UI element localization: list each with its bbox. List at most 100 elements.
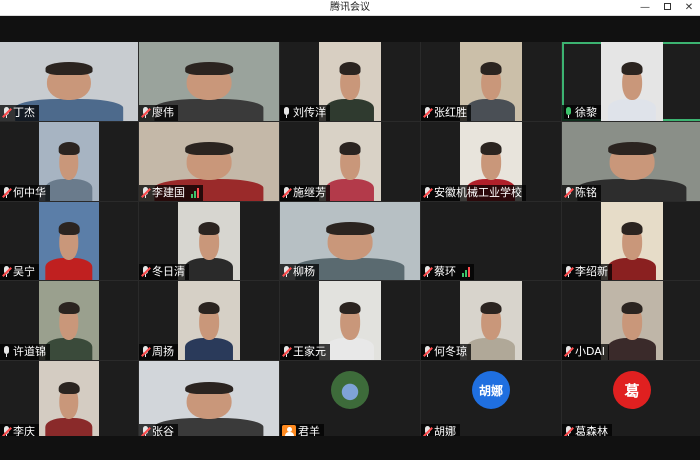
participant-tile[interactable]: 胡娜 胡娜 — [421, 361, 561, 440]
title-bar: 腾讯会议 — ✕ — [0, 0, 700, 16]
person-glyph — [284, 427, 294, 437]
signal-bar — [191, 193, 193, 198]
participant-name-bar: 蔡环 — [421, 264, 474, 281]
signal-bar — [462, 273, 464, 278]
mic-muted-icon — [141, 186, 151, 199]
mic-icon — [2, 346, 11, 358]
participant-tile[interactable]: 何中华 — [0, 121, 138, 201]
participant-tile[interactable]: 冬日清 — [139, 201, 279, 281]
participant-tile[interactable]: 蔡环 — [421, 201, 561, 281]
participant-torso — [607, 338, 657, 361]
participant-tile[interactable]: 李绍新 — [562, 201, 700, 281]
participant-name: 丁杰 — [13, 105, 35, 119]
mic-muted-icon — [282, 346, 292, 358]
participant-hair — [58, 142, 80, 155]
participant-tile[interactable]: 施继芳 — [280, 121, 420, 201]
mic-stand — [286, 114, 287, 118]
participant-name-bar: 吴宁 — [0, 264, 39, 281]
participant-name-bar: 王家元 — [280, 344, 330, 361]
participant-name-bar: 柳杨 — [280, 264, 319, 281]
participant-name: 何冬琼 — [434, 345, 467, 359]
participant-hair — [198, 222, 220, 235]
participant-torso — [607, 98, 657, 121]
participant-hair — [326, 222, 374, 235]
participant-torso — [325, 338, 375, 361]
participant-avatar — [331, 371, 369, 410]
participant-name: 蔡环 — [434, 265, 456, 279]
participant-hair — [58, 301, 80, 315]
participant-hair — [185, 142, 233, 155]
participant-tile[interactable]: 周扬 — [139, 281, 279, 361]
participant-name-bar: 施继芳 — [280, 184, 330, 201]
participant-avatar: 胡娜 — [472, 371, 510, 410]
participant-tile[interactable]: 君羊 — [280, 361, 420, 440]
participant-name: 李绍新 — [575, 265, 608, 279]
participant-tile[interactable]: 李建国 — [139, 121, 279, 201]
participant-name: 施继芳 — [293, 185, 326, 199]
mic-stand — [145, 274, 146, 278]
participant-name: 刘传洋 — [293, 105, 326, 119]
signal-bar — [197, 187, 199, 198]
participant-torso — [466, 338, 516, 361]
participant-name: 柳杨 — [293, 265, 315, 279]
participant-name-bar: 陈铭 — [562, 184, 601, 201]
participant-hair — [339, 62, 361, 76]
mic-muted-icon — [2, 186, 12, 199]
participant-tile[interactable]: 吴宁 — [0, 201, 138, 281]
mic-capsule — [284, 106, 289, 115]
mic-stand — [568, 354, 569, 358]
signal-bar — [194, 190, 196, 198]
participant-name-bar: 徐黎 — [562, 104, 601, 121]
participant-hair — [45, 62, 93, 76]
participant-tile[interactable]: 陈铭 — [562, 121, 700, 201]
mic-stand — [568, 274, 569, 278]
participant-name-bar: 廖伟 — [139, 104, 178, 121]
maximize-button[interactable] — [656, 0, 678, 15]
participant-name-bar: 冬日清 — [139, 264, 189, 281]
participant-name-bar: 安徽机械工业学校 — [421, 184, 526, 201]
mic-stand — [427, 274, 428, 278]
mic-stand — [145, 354, 146, 358]
participant-tile[interactable]: 刘传洋 — [280, 42, 420, 121]
participant-tile[interactable]: 何冬琼 — [421, 281, 561, 361]
mic-muted-icon — [141, 106, 151, 119]
participant-torso — [45, 178, 93, 201]
participant-name: 陈铭 — [575, 185, 597, 199]
mic-icon — [564, 106, 573, 119]
participant-name-bar: 丁杰 — [0, 104, 39, 121]
participant-tile[interactable]: 安徽机械工业学校 — [421, 121, 561, 201]
participant-name-bar: 刘传洋 — [280, 104, 330, 121]
participant-tile[interactable]: 许道锦 — [0, 281, 138, 361]
participant-video — [601, 42, 663, 121]
close-button[interactable]: ✕ — [678, 0, 700, 15]
participant-name: 廖伟 — [152, 105, 174, 119]
participant-name: 冬日清 — [152, 265, 185, 279]
participant-name: 张红胜 — [434, 105, 467, 119]
participant-name-bar: 周扬 — [139, 344, 178, 361]
participant-tile[interactable]: 张红胜 — [421, 42, 561, 121]
participant-gallery: 丁杰 廖伟 刘传洋 张红胜 徐黎何中华 李建国 施继芳 安徽机械工业学校 陈铭吴宁 冬日清 柳杨 蔡环… — [0, 42, 700, 440]
participant-tile[interactable]: 李庆 — [0, 361, 138, 440]
top-toolbar-area — [0, 16, 700, 42]
participant-name: 王家元 — [293, 345, 326, 359]
participant-tile[interactable]: 王家元 — [280, 281, 420, 361]
participant-tile[interactable]: 徐黎 — [562, 42, 700, 121]
participant-tile[interactable]: 廖伟 — [139, 42, 279, 121]
participant-tile[interactable]: 丁杰 — [0, 42, 138, 121]
mic-muted-icon — [141, 266, 151, 278]
participant-tile[interactable]: 张谷 — [139, 361, 279, 440]
participant-tile[interactable]: 小DAI — [562, 281, 700, 361]
mic-stand — [6, 274, 7, 278]
participant-hair — [339, 301, 361, 315]
participant-name: 李建国 — [152, 185, 185, 199]
mic-stand — [427, 354, 428, 358]
mic-muted-icon — [564, 186, 574, 199]
participant-video — [601, 281, 663, 361]
participant-torso — [184, 338, 234, 361]
participant-tile[interactable]: 葛葛森林 — [562, 361, 700, 440]
minimize-button[interactable]: — — [634, 0, 656, 15]
participant-hair — [621, 222, 643, 235]
participant-tile[interactable]: 柳杨 — [280, 201, 420, 281]
participant-torso — [325, 178, 375, 201]
participant-hair — [339, 142, 361, 155]
